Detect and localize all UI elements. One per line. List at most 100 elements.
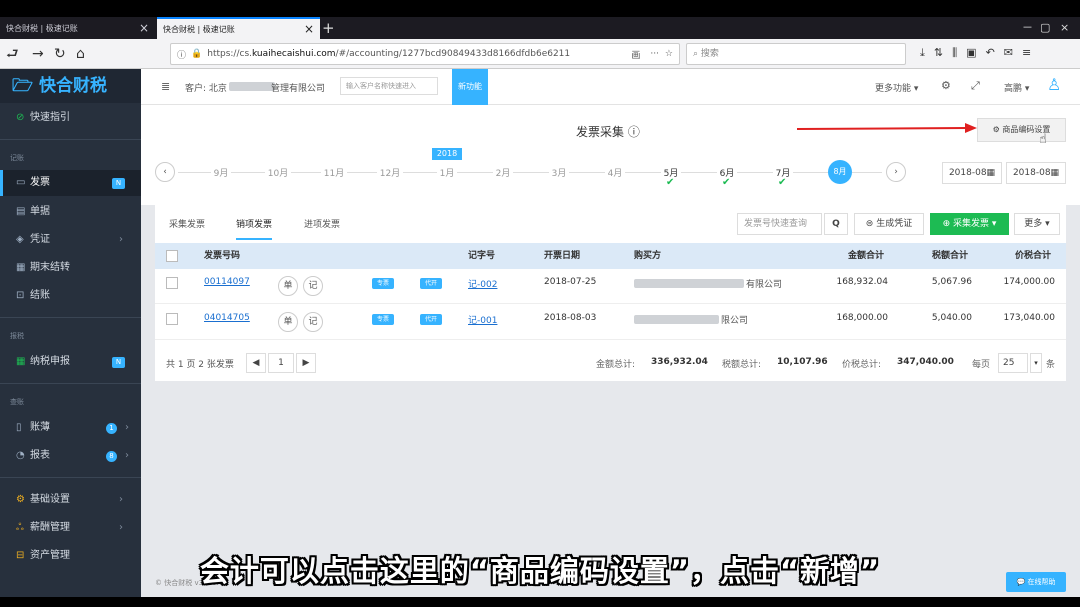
sidebar-item-quick-guide[interactable]: ⊘ 快速指引 xyxy=(0,105,141,131)
timeline-next-button[interactable]: › xyxy=(886,162,906,182)
browser-search-box[interactable]: ⌕ 搜索 xyxy=(686,43,906,65)
amount: 168,000.00 xyxy=(836,313,888,323)
maximize-icon[interactable]: ▢ xyxy=(1040,17,1050,39)
document-circle-button[interactable]: 单 xyxy=(278,312,298,332)
total: 173,040.00 xyxy=(1003,313,1055,323)
page-number-input[interactable]: 1 xyxy=(268,353,294,373)
home-icon[interactable]: ⌂ xyxy=(76,44,85,64)
row-checkbox[interactable] xyxy=(166,313,178,325)
sidebar-item-label: 基础设置 xyxy=(30,494,70,505)
month-label: 12月 xyxy=(376,169,404,179)
sidebar-item-label: 快速指引 xyxy=(30,112,70,123)
menu-icon[interactable]: ≡ xyxy=(1022,46,1031,60)
timeline-month[interactable]: 4月 xyxy=(600,166,630,179)
next-page-button[interactable]: ▶ xyxy=(296,353,316,373)
invoice-no-link[interactable]: 00114097 xyxy=(204,277,250,287)
timeline-month[interactable]: 3月 xyxy=(544,166,574,179)
timeline-month[interactable]: 9月 xyxy=(206,166,236,179)
search-icon[interactable]: Q xyxy=(824,213,848,235)
back-icon[interactable]: ⮐ xyxy=(6,44,19,64)
row-checkbox[interactable] xyxy=(166,277,178,289)
timeline-month[interactable]: 12月 xyxy=(375,166,405,179)
tab-sales-invoice[interactable]: 销项发票 xyxy=(236,217,273,240)
url-bar[interactable]: ⓘ 🔒 https://cs. kuaihecaishui.com/#/accou… xyxy=(170,43,680,65)
per-page-select[interactable]: 25 xyxy=(998,353,1028,373)
sidebar-item-ledger[interactable]: ▯ 账薄 1 › xyxy=(0,415,141,441)
sidebar-item-voucher[interactable]: ◈ 凭证 › xyxy=(0,227,141,253)
table-row: 00114097 单 记 专票 代开 记-002 2018-07-25 有限公司… xyxy=(155,269,1066,304)
settings-gear-icon[interactable]: ⚙ xyxy=(941,79,951,92)
timeline-month[interactable]: 11月 xyxy=(319,166,349,179)
close-icon[interactable]: × xyxy=(139,21,149,35)
tax: 5,067.96 xyxy=(931,277,972,287)
message-icon[interactable]: ✉ xyxy=(1004,46,1013,60)
lock-icon: ⊡ xyxy=(16,290,25,301)
minimize-icon[interactable]: － xyxy=(1022,17,1033,39)
timeline-month-done[interactable]: 5月 ✔ xyxy=(656,166,686,188)
browser-tab-2[interactable]: 快合财税 | 极速记账 × xyxy=(157,17,320,39)
sidebar-item-basic-settings[interactable]: ⚙ 基础设置 › xyxy=(0,487,141,513)
more-features-menu[interactable]: 更多功能 ▾ xyxy=(875,81,918,94)
reader-icon[interactable]: 画 xyxy=(631,48,640,61)
document-circle-button[interactable]: 单 xyxy=(278,276,298,296)
col-voucher-no: 记字号 xyxy=(468,251,496,261)
timeline-current-month[interactable]: 8月 xyxy=(828,160,852,184)
voucher-circle-button[interactable]: 记 xyxy=(303,312,323,332)
menu-toggle-icon[interactable]: ≣ xyxy=(161,80,170,93)
library-icon[interactable]: ⫼ xyxy=(952,46,957,60)
download-icon[interactable]: ⤓ xyxy=(920,46,925,60)
prev-page-button[interactable]: ◀ xyxy=(246,353,266,373)
voucher-link[interactable]: 记-001 xyxy=(468,313,497,326)
close-icon[interactable]: × xyxy=(304,22,314,36)
timeline-month[interactable]: 10月 xyxy=(263,166,293,179)
sync-icon[interactable]: ⇅ xyxy=(934,46,943,60)
goods-code-settings-button[interactable]: ⚙ 商品编码设置 xyxy=(977,118,1066,142)
bookmark-star-icon[interactable]: ☆ xyxy=(665,49,673,59)
user-menu[interactable]: 高鹏 ▾ xyxy=(1004,81,1029,94)
col-total: 价税合计 xyxy=(1015,251,1052,261)
invoice-no-link[interactable]: 04014705 xyxy=(204,313,250,323)
date-to-picker[interactable]: 2018-08▦ xyxy=(1006,162,1066,184)
sidebar-item-reports[interactable]: ◔ 报表 8 › xyxy=(0,443,141,469)
sidebar-item-period-close[interactable]: ▦ 期末结转 xyxy=(0,255,141,281)
tab-purchase-invoice[interactable]: 进项发票 xyxy=(304,217,340,230)
new-feature-button[interactable]: 新功能 xyxy=(452,69,488,105)
info-icon[interactable]: ⓘ xyxy=(177,48,186,61)
avatar[interactable]: ♙ xyxy=(1047,75,1061,94)
sidebar-item-document[interactable]: ▤ 单据 xyxy=(0,199,141,225)
more-button[interactable]: 更多 ▾ xyxy=(1014,213,1060,235)
fullscreen-icon[interactable]: ⤢ xyxy=(971,79,980,93)
chevron-down-icon[interactable]: ▾ xyxy=(1030,353,1042,373)
select-all-checkbox[interactable] xyxy=(166,250,178,262)
voucher-circle-button[interactable]: 记 xyxy=(303,276,323,296)
sidebar-item-settle[interactable]: ⊡ 结账 xyxy=(0,283,141,309)
sidebar-item-payroll[interactable]: ஃ 薪酬管理 › xyxy=(0,515,141,541)
browser-tab-1[interactable]: 快合财税 | 极速记账 × xyxy=(0,17,155,39)
generate-voucher-button[interactable]: ⊜ 生成凭证 xyxy=(854,213,924,235)
tax-icon: ▦ xyxy=(16,356,26,367)
forward-icon[interactable]: → xyxy=(32,44,44,64)
timeline-month[interactable]: 2月 xyxy=(488,166,518,179)
collect-invoice-button[interactable]: ⊕ 采集发票 ▾ xyxy=(930,213,1009,235)
page-actions-icon[interactable]: ··· xyxy=(650,49,659,59)
timeline-month-done[interactable]: 7月 ✔ xyxy=(768,166,798,188)
window-close-icon[interactable]: × xyxy=(1060,17,1069,39)
sidebar-icon[interactable]: ▣ xyxy=(966,46,976,60)
new-tab-button[interactable]: + xyxy=(322,17,335,39)
sidebar-item-tax-declaration[interactable]: ▦ 纳税申报 N xyxy=(0,349,141,375)
mouse-cursor-icon: ☝ xyxy=(1039,132,1047,147)
reload-icon[interactable]: ↻ xyxy=(54,44,66,64)
client-search-input[interactable]: 输入客户名称快速进入 xyxy=(340,77,438,95)
voucher-link[interactable]: 记-002 xyxy=(468,277,497,290)
date-value: 2018-08 xyxy=(948,168,987,178)
sidebar-item-invoice[interactable]: ▭ 发票 N xyxy=(0,170,141,196)
invoice-search-input[interactable]: 发票号快速查询 xyxy=(737,213,822,235)
app-logo[interactable]: 🗁 快合财税 xyxy=(0,69,141,103)
undo-icon[interactable]: ↶ xyxy=(986,46,995,60)
timeline-month[interactable]: 1月 xyxy=(432,166,462,179)
tab-collect[interactable]: 采集发票 xyxy=(169,217,205,230)
timeline-month-done[interactable]: 6月 ✔ xyxy=(712,166,742,188)
buyer-redacted xyxy=(634,279,744,288)
date-from-picker[interactable]: 2018-08▦ xyxy=(942,162,1002,184)
timeline-prev-button[interactable]: ‹ xyxy=(155,162,175,182)
